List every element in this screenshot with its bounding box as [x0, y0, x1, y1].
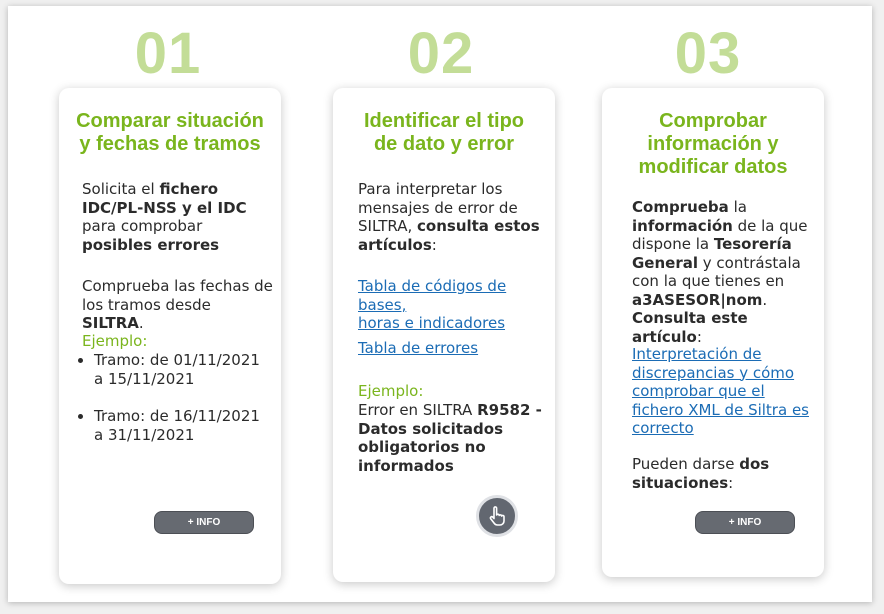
- step-number-2: 02: [407, 21, 475, 86]
- card-title-1: Comparar situación y fechas de tramos: [76, 110, 264, 155]
- link-tabla-codigos-line1[interactable]: Tabla de códigos de bases,: [358, 277, 506, 314]
- step-card-3: Comprobar información y modificar datos …: [602, 88, 824, 577]
- step-number-1: 01: [134, 21, 202, 86]
- link-interpretacion-line1[interactable]: Interpretación de: [632, 345, 762, 363]
- link-interpretacion-line5[interactable]: correcto: [632, 419, 694, 437]
- card1-example-list: Tramo: de 01/11/2021a 15/11/2021 Tramo: …: [64, 351, 276, 444]
- list-item: Tramo: de 16/11/2021a 31/11/2021: [94, 407, 276, 444]
- card-title-3: Comprobar información y modificar datos: [638, 110, 788, 178]
- link-interpretacion-line4[interactable]: fichero XML de Siltra es: [632, 401, 809, 419]
- card2-example-label: Ejemplo:: [358, 382, 424, 400]
- link-interpretacion-line2[interactable]: discrepancias y cómo: [632, 364, 794, 382]
- info-button-3[interactable]: + INFO: [695, 511, 795, 534]
- card2-link-codes[interactable]: Tabla de códigos de bases, horas e indic…: [358, 277, 554, 333]
- card3-paragraph-1: Comprueba la información de la que dispo…: [632, 198, 808, 346]
- step-card-2: Identificar el tipo de dato y error Para…: [333, 88, 555, 582]
- card2-paragraph-1: Para interpretar los mensajes de error d…: [358, 180, 540, 254]
- card-title-2: Identificar el tipo de dato y error: [363, 110, 525, 155]
- step-number-3: 03: [674, 21, 742, 86]
- list-item: Tramo: de 01/11/2021a 15/11/2021: [94, 351, 276, 388]
- link-tabla-codigos-line2[interactable]: horas e indicadores: [358, 314, 505, 332]
- card3-paragraph-2: Pueden darse dos situaciones:: [632, 455, 770, 492]
- info-button-1[interactable]: + INFO: [154, 511, 254, 534]
- card1-paragraph-1: Solicita el fichero IDC/PL-NSS y el IDC …: [82, 180, 247, 254]
- card2-example: Error en SILTRA R9582 - Datos solicitado…: [358, 401, 542, 475]
- link-interpretacion-line3[interactable]: comprobar que el: [632, 382, 765, 400]
- step-card-1: Comparar situación y fechas de tramos So…: [59, 88, 281, 584]
- card1-example-label: Ejemplo:: [82, 332, 148, 350]
- card1-paragraph-2: Comprueba las fechas de los tramos desde…: [82, 277, 273, 332]
- card2-link-errors[interactable]: Tabla de errores: [358, 339, 478, 358]
- link-tabla-errores[interactable]: Tabla de errores: [358, 339, 478, 357]
- tap-button[interactable]: [476, 495, 518, 537]
- hand-pointer-icon: [489, 506, 505, 526]
- card3-article-link[interactable]: Interpretación de discrepancias y cómo c…: [632, 345, 822, 438]
